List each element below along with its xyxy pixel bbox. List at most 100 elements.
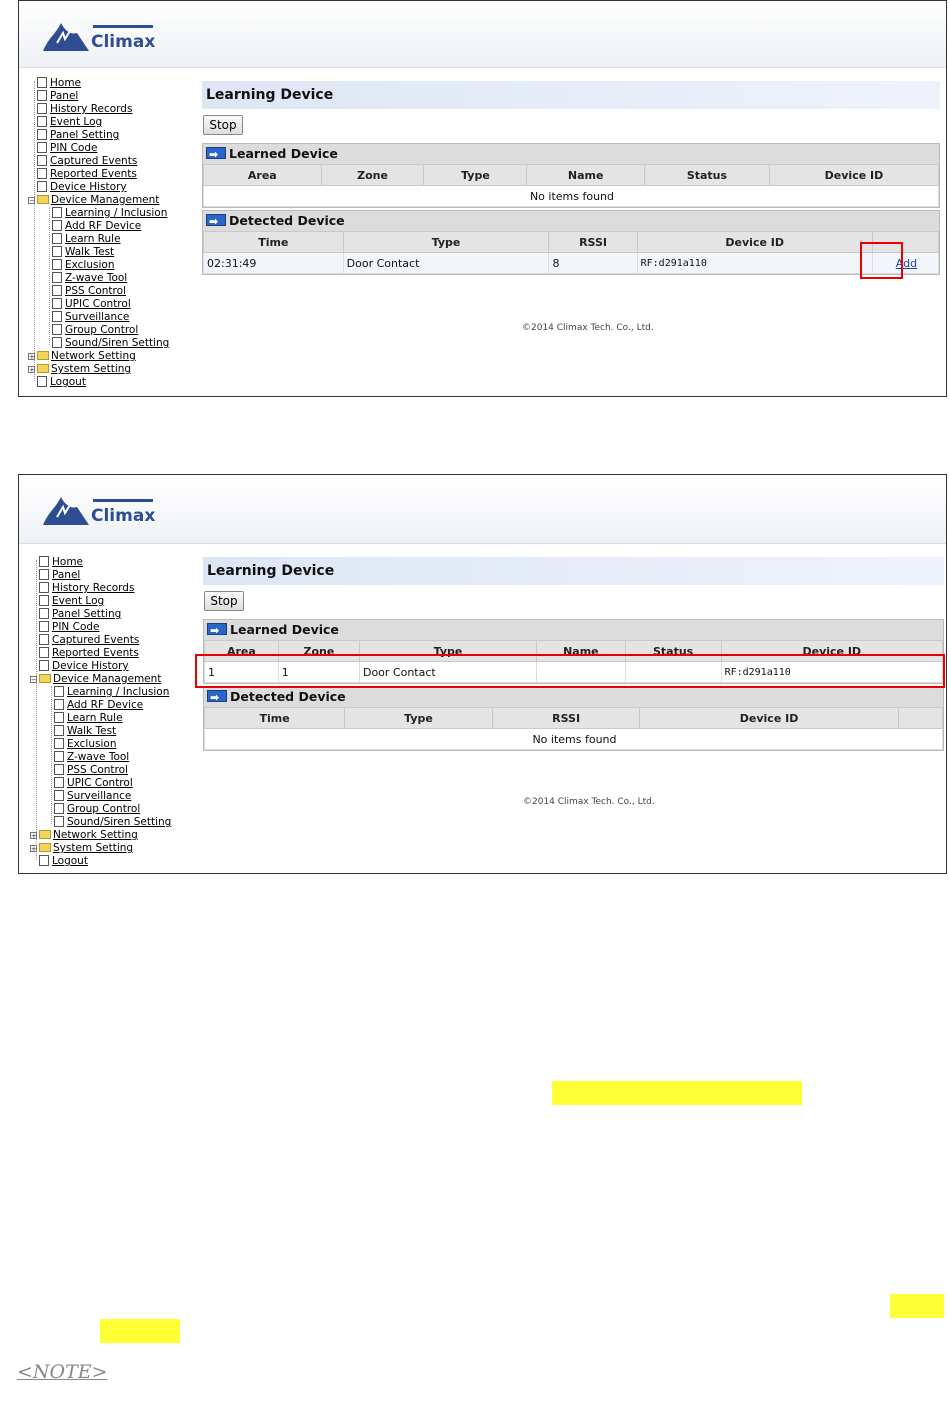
col-rssi[interactable]: RSSI <box>548 231 638 253</box>
nav-walk-test[interactable]: Walk Test <box>65 246 114 258</box>
empty-message: No items found <box>203 185 939 207</box>
nav-sound-siren-setting[interactable]: Sound/Siren Setting <box>67 816 171 828</box>
folder-icon <box>39 830 51 839</box>
nav-home[interactable]: Home <box>52 556 83 568</box>
page-title: Learning Device <box>203 557 944 585</box>
nav-reported-events[interactable]: Reported Events <box>50 168 137 180</box>
learned-device-title: Learned Device <box>230 622 339 637</box>
nav-panel[interactable]: Panel <box>50 90 78 102</box>
nav-upic-control[interactable]: UPIC Control <box>67 777 133 789</box>
col-type[interactable]: Type <box>423 164 528 186</box>
nav-reported-events[interactable]: Reported Events <box>52 647 139 659</box>
detected-device-table: Time Type RSSI Device ID No items found <box>203 707 944 750</box>
footer-copyright: ©2014 Climax Tech. Co., Ltd. <box>522 323 654 333</box>
col-status[interactable]: Status <box>643 164 770 186</box>
nav-zwave-tool[interactable]: Z-wave Tool <box>67 751 129 763</box>
nav-device-management[interactable]: Device Management <box>53 673 161 685</box>
detected-device-title: Detected Device <box>230 689 346 704</box>
highlight-mark <box>552 1081 802 1105</box>
nav-logout[interactable]: Logout <box>52 855 88 867</box>
nav-exclusion[interactable]: Exclusion <box>67 738 116 750</box>
learned-device-panel: Learned Device Area Zone Type Name Statu… <box>202 143 940 208</box>
arrow-right-icon <box>206 212 226 232</box>
stop-button[interactable]: Stop <box>204 591 244 611</box>
screenshot-before-add: Climax Home Panel History Records Event … <box>18 0 947 397</box>
expand-icon: + <box>28 353 35 361</box>
nav-network-setting[interactable]: Network Setting <box>51 350 136 362</box>
nav-event-log[interactable]: Event Log <box>52 595 104 607</box>
nav-logout[interactable]: Logout <box>50 376 86 388</box>
nav-system-setting[interactable]: System Setting <box>51 363 131 375</box>
nav-pin-code[interactable]: PIN Code <box>52 621 100 633</box>
col-rssi[interactable]: RSSI <box>491 707 641 729</box>
nav-exclusion[interactable]: Exclusion <box>65 259 114 271</box>
nav-history-records[interactable]: History Records <box>52 582 134 594</box>
col-name[interactable]: Name <box>526 164 645 186</box>
table-row: 02:31:49 Door Contact 8 RF:d291a110 Add <box>203 252 940 274</box>
expand-icon: + <box>30 845 37 853</box>
nav-event-log[interactable]: Event Log <box>50 116 102 128</box>
collapse-icon: − <box>30 676 37 684</box>
note-heading: <NOTE> <box>17 1361 108 1383</box>
nav-panel-setting[interactable]: Panel Setting <box>50 129 119 141</box>
nav-sound-siren-setting[interactable]: Sound/Siren Setting <box>65 337 169 349</box>
nav-upic-control[interactable]: UPIC Control <box>65 298 131 310</box>
nav-pss-control[interactable]: PSS Control <box>67 764 128 776</box>
nav-captured-events[interactable]: Captured Events <box>52 634 139 646</box>
cell-device-id: RF:d291a110 <box>636 252 873 274</box>
nav-panel-setting[interactable]: Panel Setting <box>52 608 121 620</box>
nav-group-control[interactable]: Group Control <box>67 803 140 815</box>
callout-box <box>195 654 945 688</box>
col-zone[interactable]: Zone <box>320 164 425 186</box>
folder-icon <box>37 364 49 373</box>
nav-add-rf-device[interactable]: Add RF Device <box>67 699 143 711</box>
cell-time: 02:31:49 <box>203 252 344 274</box>
nav-group-control[interactable]: Group Control <box>65 324 138 336</box>
highlight-mark <box>100 1319 180 1343</box>
nav-surveillance[interactable]: Surveillance <box>67 790 131 802</box>
nav-device-management[interactable]: Device Management <box>51 194 159 206</box>
col-time[interactable]: Time <box>203 231 344 253</box>
nav-learn-rule[interactable]: Learn Rule <box>65 233 121 245</box>
col-area[interactable]: Area <box>203 164 322 186</box>
nav-device-history[interactable]: Device History <box>52 660 129 672</box>
nav-surveillance[interactable]: Surveillance <box>65 311 129 323</box>
detected-device-table: Time Type RSSI Device ID 02:31:49 Door C… <box>203 231 940 274</box>
col-type[interactable]: Type <box>342 231 550 253</box>
brand-name: Climax <box>91 32 156 52</box>
arrow-right-icon <box>206 145 226 165</box>
col-type[interactable]: Type <box>344 707 493 729</box>
learned-device-table: Area Zone Type Name Status Device ID No … <box>203 164 940 207</box>
main-content: Learning Device Stop Learned Device Area… <box>203 557 944 807</box>
nav-network-setting[interactable]: Network Setting <box>53 829 138 841</box>
col-device-id[interactable]: Device ID <box>636 231 873 253</box>
col-device-id[interactable]: Device ID <box>639 707 899 729</box>
header-bar: Climax <box>19 475 946 544</box>
nav-pss-control[interactable]: PSS Control <box>65 285 126 297</box>
arrow-right-icon <box>207 688 227 708</box>
nav-walk-test[interactable]: Walk Test <box>67 725 116 737</box>
nav-learning-inclusion[interactable]: Learning / Inclusion <box>65 207 167 219</box>
nav-panel[interactable]: Panel <box>52 569 80 581</box>
nav-system-setting[interactable]: System Setting <box>53 842 133 854</box>
col-device-id[interactable]: Device ID <box>768 164 940 186</box>
nav-device-history[interactable]: Device History <box>50 181 127 193</box>
nav-pin-code[interactable]: PIN Code <box>50 142 98 154</box>
nav-zwave-tool[interactable]: Z-wave Tool <box>65 272 127 284</box>
col-time[interactable]: Time <box>203 707 346 729</box>
screenshot-after-add: Climax Home Panel History Records Event … <box>18 474 947 874</box>
nav-captured-events[interactable]: Captured Events <box>50 155 137 167</box>
cell-rssi: 8 <box>548 252 638 274</box>
nav-learning-inclusion[interactable]: Learning / Inclusion <box>67 686 169 698</box>
nav-learn-rule[interactable]: Learn Rule <box>67 712 123 724</box>
brand-name: Climax <box>91 506 156 526</box>
expand-icon: + <box>28 366 35 374</box>
folder-icon <box>39 843 51 852</box>
learned-device-title: Learned Device <box>229 146 338 161</box>
collapse-icon: − <box>28 197 35 205</box>
nav-home[interactable]: Home <box>50 77 81 89</box>
callout-box <box>860 242 903 279</box>
stop-button[interactable]: Stop <box>203 115 243 135</box>
nav-history-records[interactable]: History Records <box>50 103 132 115</box>
nav-add-rf-device[interactable]: Add RF Device <box>65 220 141 232</box>
